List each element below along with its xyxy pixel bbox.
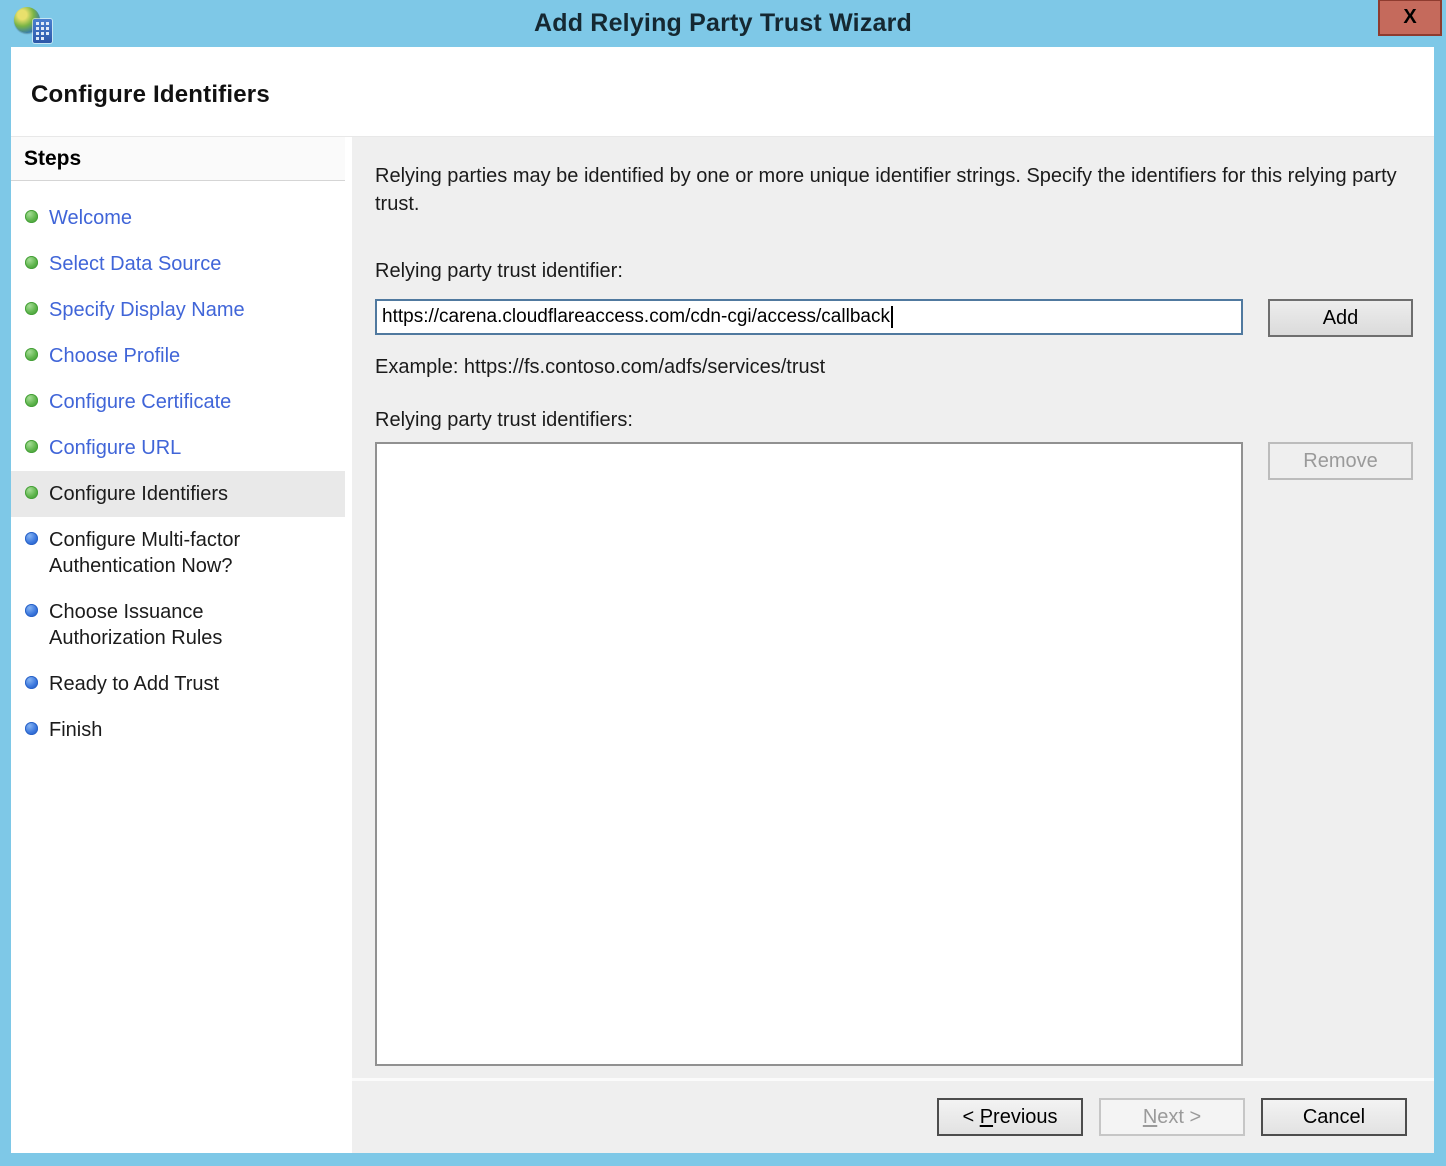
step-status-bullet-icon: [25, 302, 38, 315]
steps-sidebar: Steps Welcome Select Data Source Specify D…: [11, 137, 345, 1153]
step-label: Configure Certificate: [49, 389, 231, 415]
sidebar-step-item[interactable]: Configure URL: [11, 425, 345, 471]
steps-heading: Steps: [11, 137, 345, 181]
step-status-bullet-icon: [25, 210, 38, 223]
step-label: Select Data Source: [49, 251, 221, 277]
sidebar-step-item: Finish: [11, 707, 345, 753]
remove-button: Remove: [1268, 442, 1413, 480]
identifier-field-label: Relying party trust identifier:: [375, 260, 1434, 283]
relying-party-identifier-input[interactable]: https://carena.cloudflareaccess.com/cdn-…: [375, 299, 1243, 335]
close-icon: X: [1403, 6, 1416, 29]
sidebar-step-item: Ready to Add Trust: [11, 661, 345, 707]
cancel-button[interactable]: Cancel: [1261, 1098, 1407, 1136]
step-label: Welcome: [49, 205, 132, 231]
steps-list: Welcome Select Data Source Specify Display…: [11, 181, 345, 753]
page-header: Configure Identifiers: [11, 47, 1434, 137]
wizard-body: Configure Identifiers Steps Welcome Selec…: [11, 47, 1434, 1153]
step-label: Configure URL: [49, 435, 181, 461]
step-status-bullet-icon: [25, 722, 38, 735]
main-pane: Relying parties may be identified by one…: [352, 137, 1434, 1153]
sidebar-step-item[interactable]: Configure Certificate: [11, 379, 345, 425]
identifier-input-value: https://carena.cloudflareaccess.com/cdn-…: [382, 301, 890, 333]
step-status-bullet-icon: [25, 604, 38, 617]
example-text: Example: https://fs.contoso.com/adfs/ser…: [375, 356, 1434, 379]
step-status-bullet-icon: [25, 394, 38, 407]
page-description: Relying parties may be identified by one…: [375, 163, 1397, 218]
step-label: Choose Profile: [49, 343, 180, 369]
sidebar-step-item[interactable]: Welcome: [11, 195, 345, 241]
sidebar-step-item: Configure Multi-factor Authentication No…: [11, 517, 345, 589]
step-status-bullet-icon: [25, 256, 38, 269]
close-button[interactable]: X: [1378, 0, 1442, 36]
title-bar: Add Relying Party Trust Wizard X: [0, 0, 1446, 47]
step-label: Specify Display Name: [49, 297, 245, 323]
sidebar-step-item: Choose Issuance Authorization Rules: [11, 589, 345, 661]
identifiers-listbox[interactable]: [375, 442, 1243, 1066]
step-label: Ready to Add Trust: [49, 671, 219, 697]
step-status-bullet-icon: [25, 486, 38, 499]
step-label: Configure Identifiers: [49, 481, 228, 507]
step-status-bullet-icon: [25, 348, 38, 361]
step-label: Choose Issuance Authorization Rules: [49, 599, 293, 651]
add-button[interactable]: Add: [1268, 299, 1413, 337]
sidebar-step-item: Configure Identifiers: [11, 471, 345, 517]
footer-button-bar: < Previous Next > Cancel: [352, 1078, 1434, 1153]
sidebar-step-item[interactable]: Choose Profile: [11, 333, 345, 379]
page-title: Configure Identifiers: [31, 81, 270, 109]
identifiers-list-label: Relying party trust identifiers:: [375, 409, 1434, 432]
next-button: Next >: [1099, 1098, 1245, 1136]
previous-button[interactable]: < Previous: [937, 1098, 1083, 1136]
step-status-bullet-icon: [25, 532, 38, 545]
step-label: Configure Multi-factor Authentication No…: [49, 527, 293, 579]
sidebar-step-item[interactable]: Specify Display Name: [11, 287, 345, 333]
sidebar-step-item[interactable]: Select Data Source: [11, 241, 345, 287]
window-title: Add Relying Party Trust Wizard: [0, 0, 1446, 47]
step-status-bullet-icon: [25, 676, 38, 689]
step-status-bullet-icon: [25, 440, 38, 453]
step-label: Finish: [49, 717, 102, 743]
text-caret: [891, 306, 893, 328]
